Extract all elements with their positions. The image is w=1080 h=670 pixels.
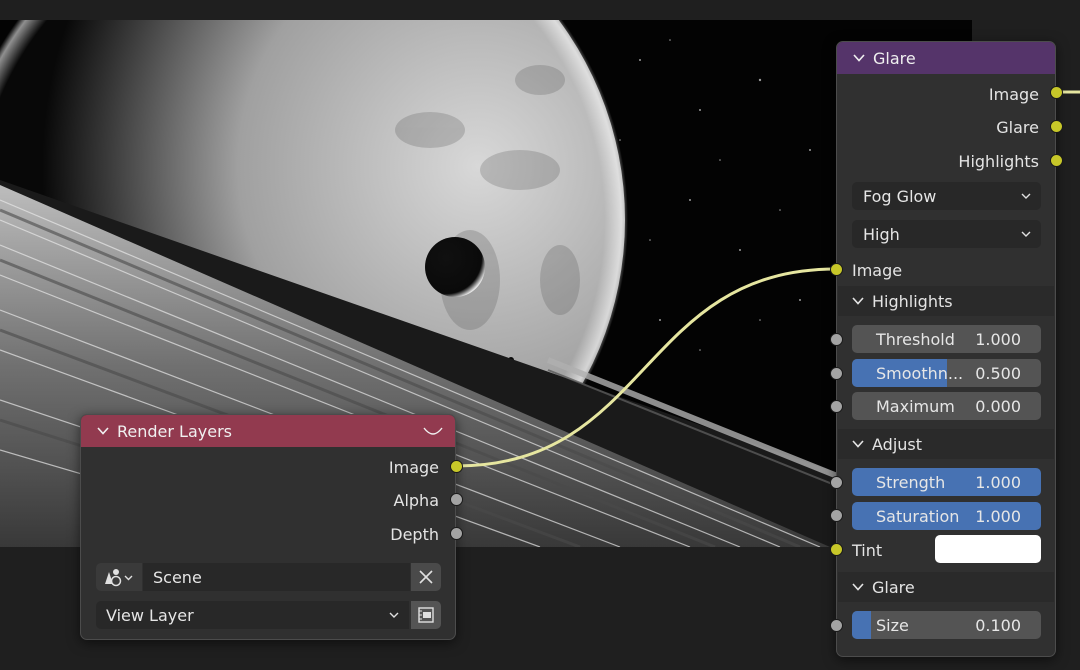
scene-name-field[interactable]: Scene — [143, 563, 410, 591]
output-image-socket[interactable] — [450, 460, 463, 473]
output-image-socket[interactable] — [1050, 86, 1063, 99]
tint-color-swatch[interactable] — [935, 535, 1041, 563]
scene-browse-button[interactable] — [96, 563, 142, 591]
glare-type-dropdown[interactable]: Fog Glow — [852, 182, 1041, 210]
smoothness-field[interactable]: Smoothn... 0.500 — [852, 359, 1041, 387]
strength-field[interactable]: Strength 1.000 — [852, 468, 1041, 496]
smoothness-value: 0.500 — [975, 363, 1021, 383]
chevron-down-icon — [852, 583, 864, 591]
scene-icon — [105, 569, 133, 587]
strength-label: Strength — [876, 472, 946, 492]
input-image-label: Image — [852, 260, 903, 280]
input-image-row: Image — [837, 258, 1055, 282]
quality-value: High — [863, 224, 900, 244]
threshold-socket[interactable] — [830, 333, 843, 346]
output-depth-row: Depth — [81, 522, 455, 546]
node-title: Glare — [873, 48, 916, 68]
smoothness-label: Smoothn... — [876, 363, 964, 383]
output-alpha-label: Alpha — [393, 490, 440, 510]
chevron-down-icon — [852, 440, 864, 448]
output-glare-label: Glare — [996, 117, 1039, 137]
preview-toggle-icon[interactable] — [423, 426, 443, 438]
glare-panel-header[interactable]: Glare — [838, 572, 1054, 602]
size-fill — [852, 611, 871, 639]
chevron-down-icon — [1021, 231, 1031, 237]
highlights-panel-label: Highlights — [872, 291, 953, 311]
maximum-socket[interactable] — [830, 400, 843, 413]
film-icon — [418, 607, 434, 623]
output-image-row: Image — [81, 455, 455, 479]
size-value: 0.100 — [975, 615, 1021, 635]
chevron-down-icon — [852, 297, 864, 305]
view-layer-dropdown[interactable]: View Layer — [96, 601, 409, 629]
size-field[interactable]: Size 0.100 — [852, 611, 1041, 639]
saturation-value: 1.000 — [975, 506, 1021, 526]
output-image-label: Image — [388, 457, 439, 477]
threshold-field[interactable]: Threshold 1.000 — [852, 325, 1041, 353]
quality-dropdown[interactable]: High — [852, 220, 1041, 248]
strength-value: 1.000 — [975, 472, 1021, 492]
chevron-down-icon[interactable] — [853, 52, 865, 64]
glare-type-value: Fog Glow — [863, 186, 937, 206]
chevron-down-icon — [389, 612, 399, 618]
size-label: Size — [876, 615, 909, 635]
output-alpha-socket[interactable] — [450, 493, 463, 506]
saturation-socket[interactable] — [830, 509, 843, 522]
maximum-value: 0.000 — [975, 396, 1021, 416]
output-glare-socket[interactable] — [1050, 120, 1063, 133]
adjust-panel-header[interactable]: Adjust — [838, 429, 1054, 459]
glare-header[interactable]: Glare — [837, 42, 1055, 74]
scene-name-value: Scene — [153, 567, 202, 587]
tint-label: Tint — [852, 540, 883, 560]
chevron-down-icon — [1021, 193, 1031, 199]
smoothness-socket[interactable] — [830, 367, 843, 380]
size-socket[interactable] — [830, 619, 843, 632]
adjust-panel-label: Adjust — [872, 434, 923, 454]
maximum-field[interactable]: Maximum 0.000 — [852, 392, 1041, 420]
output-glare-row: Glare — [837, 115, 1055, 139]
output-highlights-label: Highlights — [958, 151, 1039, 171]
glare-node[interactable]: Glare Image Glare Highlights Fog Glow Hi… — [830, 41, 1063, 657]
threshold-label: Threshold — [876, 329, 955, 349]
render-layers-header[interactable]: Render Layers — [81, 415, 455, 447]
output-image-row: Image — [837, 82, 1055, 106]
threshold-value: 1.000 — [975, 329, 1021, 349]
close-icon — [419, 570, 433, 584]
output-highlights-socket[interactable] — [1050, 154, 1063, 167]
scene-clear-button[interactable] — [411, 563, 441, 591]
output-depth-label: Depth — [390, 524, 439, 544]
node-title: Render Layers — [117, 421, 232, 441]
strength-socket[interactable] — [830, 476, 843, 489]
output-highlights-row: Highlights — [837, 149, 1055, 173]
saturation-label: Saturation — [876, 506, 960, 526]
output-depth-socket[interactable] — [450, 527, 463, 540]
render-layer-button[interactable] — [411, 601, 441, 629]
view-layer-value: View Layer — [106, 605, 194, 625]
glare-panel-label: Glare — [872, 577, 915, 597]
highlights-panel-header[interactable]: Highlights — [838, 286, 1054, 316]
render-layers-node[interactable]: Render Layers Image Alpha Depth Scene Vi… — [80, 414, 463, 640]
saturation-field[interactable]: Saturation 1.000 — [852, 502, 1041, 530]
maximum-label: Maximum — [876, 396, 955, 416]
chevron-down-icon[interactable] — [97, 425, 109, 437]
output-image-label: Image — [988, 84, 1039, 104]
output-alpha-row: Alpha — [81, 488, 455, 512]
